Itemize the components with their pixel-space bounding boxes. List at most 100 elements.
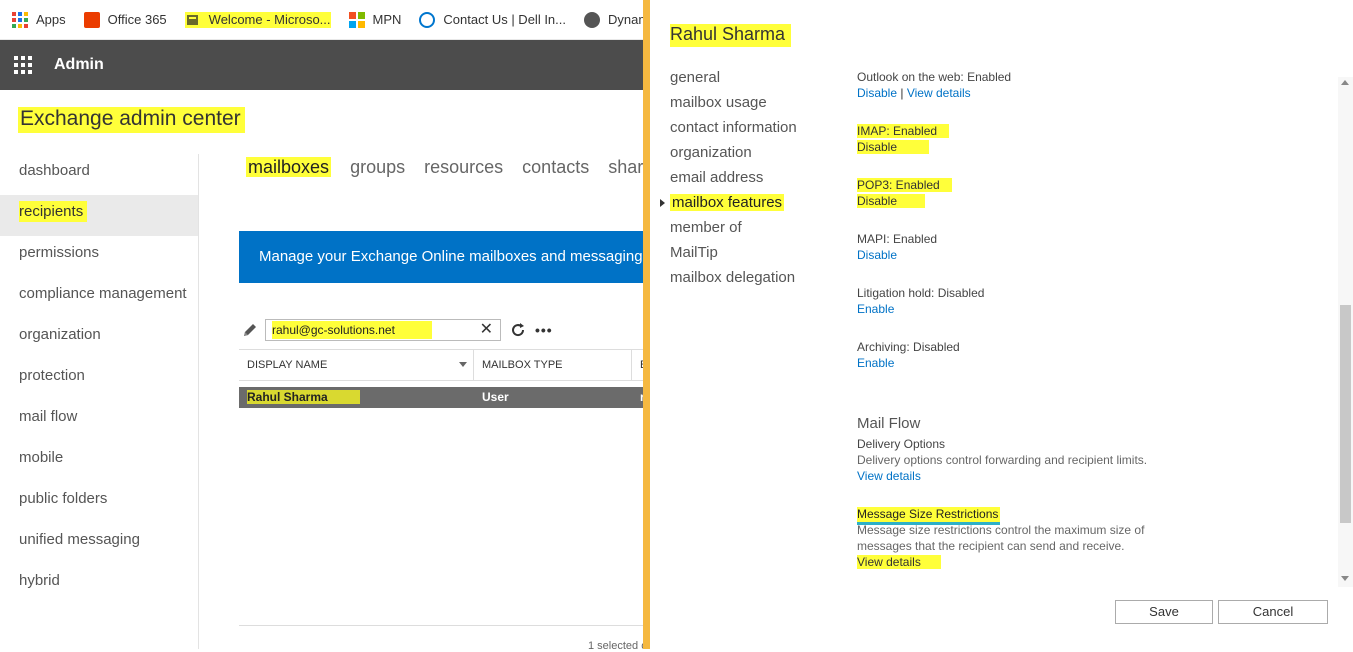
grid-footer-divider [239, 625, 650, 626]
nav-item-mobile[interactable]: mobile [0, 441, 198, 482]
nav-label: organization [19, 326, 101, 343]
feature-label: Message Size Restrictions [857, 506, 1144, 525]
nav-label: mobile [19, 449, 64, 466]
nav-label: public folders [19, 490, 108, 507]
feature-archiving: Archiving: Disabled Enable [857, 339, 960, 371]
mapi-disable-link[interactable]: Disable [857, 247, 937, 263]
archiving-enable-link[interactable]: Enable [857, 355, 960, 371]
header-title[interactable]: Admin [54, 56, 104, 74]
feature-label: Outlook on the web: Enabled [857, 70, 1012, 84]
bookmarks-bar: Apps Office 365 Welcome - Microso... MPN… [0, 0, 650, 40]
feature-label: Litigation hold: Disabled [857, 286, 985, 300]
feature-litigation-hold: Litigation hold: Disabled Enable [857, 285, 984, 317]
nav-item-hybrid[interactable]: hybrid [0, 564, 198, 605]
column-display-name[interactable]: DISPLAY NAME [247, 350, 473, 380]
imap-disable-link[interactable]: Disable [857, 139, 949, 155]
table-row[interactable]: Rahul Sharma User r [239, 387, 650, 408]
owa-disable-link[interactable]: Disable [857, 86, 897, 100]
display-name-text: Rahul Sharma [247, 390, 360, 404]
bookmark-mpn[interactable]: MPN [348, 11, 401, 28]
dialog-nav-label: mailbox features [670, 194, 785, 211]
bookmark-label: Apps [36, 12, 66, 27]
tab-groups[interactable]: groups [350, 157, 405, 177]
tab-contacts[interactable]: contacts [522, 157, 589, 177]
nav-item-permissions[interactable]: permissions [0, 236, 198, 277]
scrollbar-thumb[interactable] [1340, 305, 1351, 523]
pop3-disable-link[interactable]: Disable [857, 193, 952, 209]
feature-label: POP3: Enabled [857, 177, 952, 193]
bookmark-welcome-microsoft[interactable]: Welcome - Microso... [184, 11, 331, 28]
cancel-button[interactable]: Cancel [1218, 600, 1328, 624]
column-separator [473, 350, 474, 380]
msr-view-details-link[interactable]: View details [857, 554, 1144, 570]
bookmark-office-365[interactable]: Office 365 [83, 11, 167, 28]
bookmark-label: Welcome - Microso... [208, 12, 331, 27]
feature-imap: IMAP: Enabled Disable [857, 123, 950, 155]
cell-display-name: Rahul Sharma [247, 387, 360, 408]
nav-item-recipients[interactable]: recipients [0, 195, 198, 236]
tab-resources[interactable]: resources [424, 157, 503, 177]
recipient-tabs: mailboxes groups resources contacts shar… [246, 157, 677, 178]
dialog-nav-mailbox-delegation[interactable]: mailbox delegation [670, 268, 797, 293]
link-separator: | [900, 86, 904, 100]
column-mailbox-type[interactable]: MAILBOX TYPE [482, 350, 632, 380]
feature-description: Delivery options control forwarding and … [857, 453, 1148, 467]
nav-item-public-folders[interactable]: public folders [0, 482, 198, 523]
nav-item-protection[interactable]: protection [0, 359, 198, 400]
sort-dropdown-icon[interactable] [459, 362, 467, 367]
nav-item-dashboard[interactable]: dashboard [0, 154, 198, 195]
feature-label: IMAP: Enabled [857, 123, 950, 139]
info-banner: Manage your Exchange Online mailboxes an… [239, 231, 650, 283]
dialog-nav-general[interactable]: general [670, 68, 797, 93]
nav-item-compliance-management[interactable]: compliance management [0, 277, 198, 318]
feature-description: Message size restrictions control the ma… [857, 523, 1145, 537]
bookmark-dynamics[interactable]: Dynamics 365 [584, 11, 650, 28]
link-text: Disable [857, 194, 926, 208]
scroll-down-arrow-icon[interactable] [1341, 576, 1349, 581]
owa-view-details-link[interactable]: View details [907, 86, 971, 100]
cell-mailbox-type: User [482, 390, 509, 404]
nav-label: protection [19, 367, 85, 384]
feature-mapi: MAPI: Enabled Disable [857, 231, 937, 263]
feature-description: messages that the recipient can send and… [857, 539, 1125, 553]
selected-count: 1 selected o [588, 640, 648, 652]
bookmark-apps[interactable]: Apps [12, 11, 66, 28]
microsoft-icon [348, 11, 365, 28]
dialog-nav-mailbox-features[interactable]: mailbox features [660, 193, 797, 218]
feature-label: MAPI: Enabled [857, 232, 938, 246]
nav-label: unified messaging [19, 531, 140, 548]
dialog-nav-contact-information[interactable]: contact information [670, 118, 797, 143]
nav-label: recipients [19, 201, 88, 222]
save-button[interactable]: Save [1115, 600, 1213, 624]
dialog-nav-organization[interactable]: organization [670, 143, 797, 168]
bookmark-dell[interactable]: Contact Us | Dell In... [419, 11, 566, 28]
nav-label: dashboard [19, 162, 90, 179]
tab-mailboxes[interactable]: mailboxes [246, 157, 332, 177]
nav-label: mail flow [19, 408, 78, 425]
nav-item-mail-flow[interactable]: mail flow [0, 400, 198, 441]
litigation-enable-link[interactable]: Enable [857, 301, 984, 317]
dialog-nav: general mailbox usage contact informatio… [660, 68, 797, 293]
feature-owa: Outlook on the web: Enabled Disable | Vi… [857, 70, 1011, 101]
page-title: Exchange admin center [18, 107, 245, 133]
nav-item-unified-messaging[interactable]: unified messaging [0, 523, 198, 564]
feature-pop3: POP3: Enabled Disable [857, 177, 952, 209]
admin-header: Admin [0, 40, 650, 90]
scroll-up-arrow-icon[interactable] [1341, 80, 1349, 85]
dialog-title: Rahul Sharma [670, 24, 792, 47]
feature-message-size-restrictions: Message Size Restrictions Message size r… [857, 506, 1144, 570]
left-nav: dashboard recipients permissions complia… [0, 154, 198, 605]
dialog-nav-member-of[interactable]: member of [670, 218, 797, 243]
more-options-icon[interactable]: ••• [535, 322, 553, 338]
refresh-icon[interactable] [509, 321, 527, 339]
dialog-nav-mailtip[interactable]: MailTip [670, 243, 797, 268]
clear-search-icon[interactable]: ✕ [480, 321, 493, 339]
dialog-nav-email-address[interactable]: email address [670, 168, 797, 193]
edit-pencil-icon[interactable] [241, 321, 259, 339]
nav-item-organization[interactable]: organization [0, 318, 198, 359]
search-input[interactable] [272, 321, 432, 339]
nav-label: permissions [19, 244, 100, 261]
dialog-nav-mailbox-usage[interactable]: mailbox usage [670, 93, 797, 118]
app-launcher-icon[interactable] [14, 56, 32, 74]
delivery-view-details-link[interactable]: View details [857, 468, 1147, 484]
